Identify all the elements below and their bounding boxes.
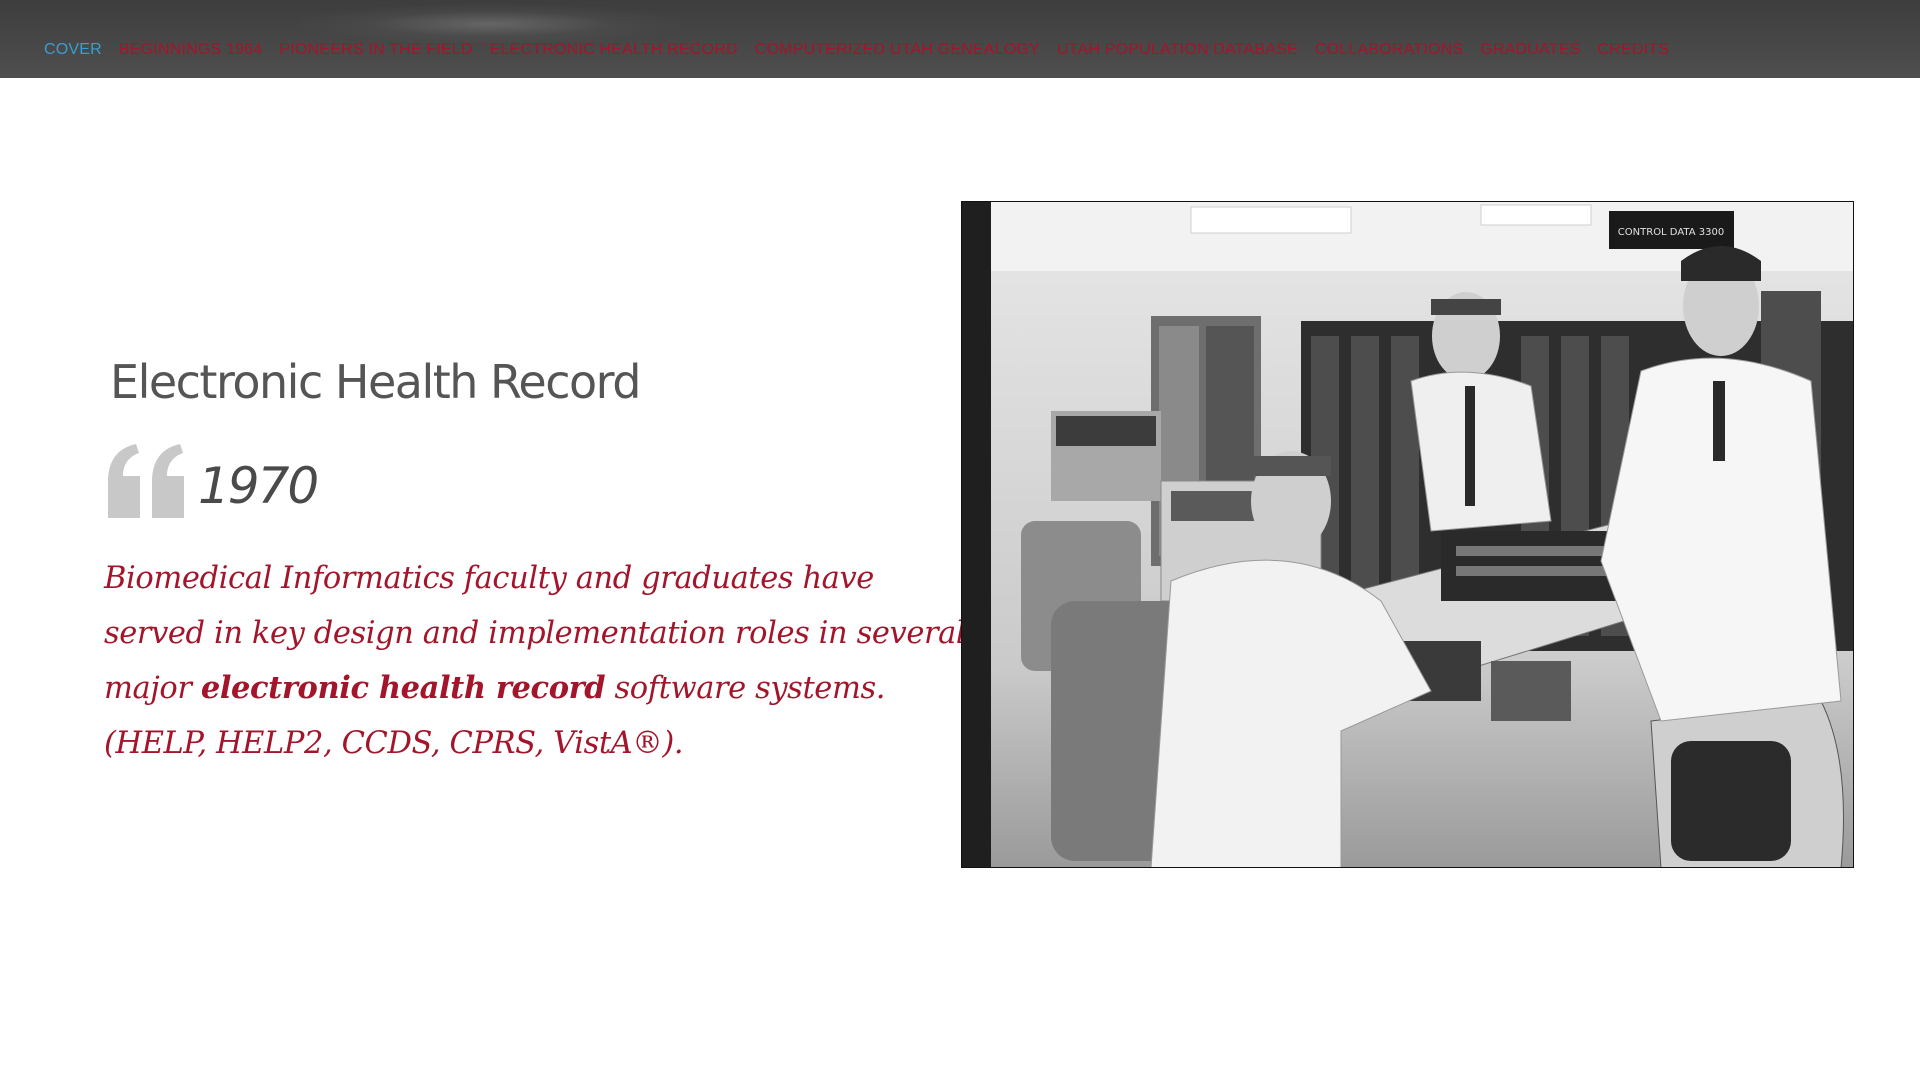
nav-item-utah-population-database[interactable]: UTAH POPULATION DATABASE bbox=[1057, 41, 1298, 59]
description-line-4: (HELP, HELP2, CCDS, CPRS, VistA®). bbox=[104, 726, 684, 761]
quote-open-icon bbox=[108, 444, 184, 518]
nav-item-collaborations[interactable]: COLLABORATIONS bbox=[1315, 41, 1463, 59]
header-background-image bbox=[300, 4, 680, 44]
nav-item-graduates[interactable]: GRADUATES bbox=[1480, 41, 1580, 59]
historical-photo: CONTROL DATA 3300 bbox=[961, 201, 1854, 868]
nav-item-computerized-utah-genealogy[interactable]: COMPUTERIZED UTAH GENEALOGY bbox=[755, 41, 1040, 59]
description-emphasis: electronic health record bbox=[200, 670, 606, 706]
nav-item-credits[interactable]: CREDITS bbox=[1597, 41, 1669, 59]
description-line-1: Biomedical Informatics faculty and gradu… bbox=[104, 561, 874, 596]
section-title: Electronic Health Record bbox=[110, 355, 641, 409]
main-nav: COVER BEGINNINGS 1964 PIONEERS IN THE FI… bbox=[44, 41, 1669, 59]
photo-sign-text: CONTROL DATA 3300 bbox=[1618, 227, 1724, 238]
nav-item-electronic-health-record[interactable]: ELECTRONIC HEALTH RECORD bbox=[490, 41, 738, 59]
year-label: 1970 bbox=[198, 457, 319, 515]
description-line-3a: major bbox=[104, 671, 201, 706]
description-line-3b: software systems. bbox=[605, 671, 886, 706]
section-description: Biomedical Informatics faculty and gradu… bbox=[104, 551, 984, 771]
description-line-2: served in key design and implementation … bbox=[104, 616, 966, 651]
nav-item-pioneers-in-the-field[interactable]: PIONEERS IN THE FIELD bbox=[279, 41, 472, 59]
nav-item-beginnings-1964[interactable]: BEGINNINGS 1964 bbox=[119, 41, 263, 59]
top-navigation-bar: COVER BEGINNINGS 1964 PIONEERS IN THE FI… bbox=[0, 0, 1920, 78]
computer-room-illustration: CONTROL DATA 3300 bbox=[961, 201, 1854, 868]
nav-item-cover[interactable]: COVER bbox=[44, 41, 102, 59]
